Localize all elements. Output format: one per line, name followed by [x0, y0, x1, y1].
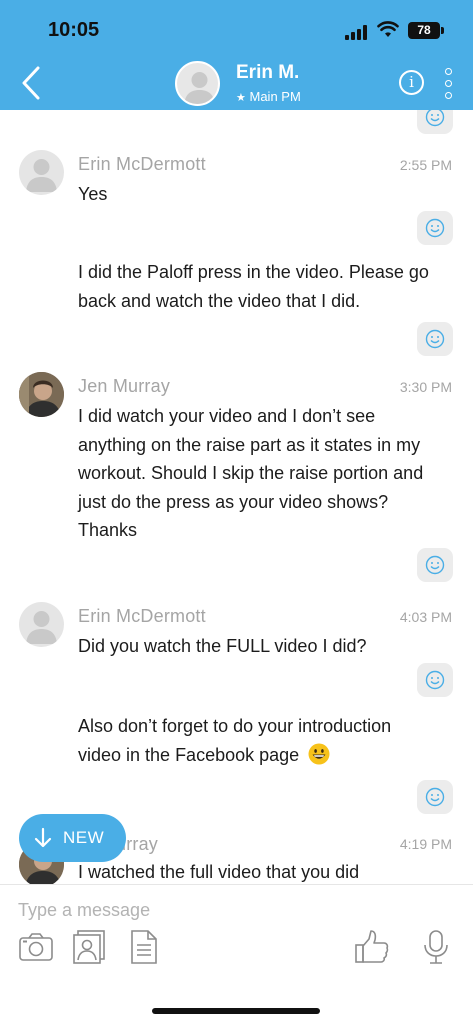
contact-name: Erin M.: [236, 62, 300, 83]
battery-icon: 78: [408, 22, 440, 39]
sender-name: Erin McDermott: [78, 606, 206, 626]
smiley-icon: [425, 218, 445, 238]
message-time: 4:03 PM: [399, 609, 452, 625]
message-text-body: Also don’t forget to do your introductio…: [78, 716, 392, 765]
reaction-button[interactable]: [417, 663, 453, 697]
grinning-emoji-icon: [308, 743, 330, 764]
smiley-icon: [425, 329, 445, 349]
message-text: Yes: [78, 184, 108, 204]
message-time: 4:19 PM: [399, 836, 452, 852]
smiley-icon: [425, 555, 445, 575]
message-text: Did you watch the FULL video I did?: [78, 636, 367, 656]
star-icon: ★: [236, 92, 246, 104]
new-messages-button[interactable]: NEW: [19, 814, 126, 862]
reaction-button[interactable]: [417, 548, 453, 582]
message-list[interactable]: Erin McDermott 2:55 PM Yes I did the Pal…: [0, 110, 473, 884]
info-button[interactable]: i: [399, 70, 424, 95]
document-icon[interactable]: [126, 929, 162, 965]
sender-avatar[interactable]: [19, 602, 64, 647]
person-icon: [26, 159, 57, 192]
photo-library-icon[interactable]: [72, 929, 108, 965]
arrow-down-icon: [34, 827, 52, 848]
smiley-icon: [425, 110, 445, 127]
cellular-signal-icon: [345, 24, 369, 40]
microphone-icon[interactable]: [418, 929, 454, 965]
sender-name: Erin McDermott: [78, 154, 206, 174]
message-text: I did the Paloff press in the video. Ple…: [78, 262, 429, 311]
thumbs-up-icon[interactable]: [354, 929, 390, 965]
smiley-icon: [425, 787, 445, 807]
contact-avatar[interactable]: [175, 61, 220, 106]
status-bar: 10:05 78: [0, 0, 473, 60]
app-header: 10:05 78 Erin M. ★ Main PM i: [0, 0, 473, 110]
sender-avatar[interactable]: [19, 372, 64, 417]
sender-name: Jen Murray: [78, 376, 171, 396]
status-time: 10:05: [48, 19, 100, 41]
camera-icon[interactable]: [18, 929, 54, 965]
home-indicator: [152, 1008, 320, 1014]
sender-avatar[interactable]: [19, 150, 64, 195]
more-options-button[interactable]: [441, 68, 455, 100]
smiley-icon: [425, 670, 445, 690]
reaction-button[interactable]: [417, 211, 453, 245]
contact-subtitle-text: Main PM: [249, 89, 301, 104]
person-icon: [26, 611, 57, 644]
message-time: 3:30 PM: [399, 379, 452, 395]
message-time: 2:55 PM: [399, 157, 452, 173]
message-text: Also don’t forget to do your introductio…: [78, 712, 438, 769]
new-button-label: NEW: [63, 828, 105, 847]
wifi-icon: [377, 21, 399, 37]
contact-subtitle: ★ Main PM: [236, 89, 301, 104]
message-input[interactable]: [18, 897, 438, 923]
message-text: I did watch your video and I don’t see a…: [78, 406, 424, 540]
person-icon: [184, 72, 215, 104]
message-composer: [0, 884, 473, 1024]
user-photo: [19, 372, 64, 417]
reaction-button[interactable]: [417, 322, 453, 356]
reaction-button[interactable]: [417, 780, 453, 814]
message-text: I watched the full video that you did: [78, 862, 360, 882]
reaction-button[interactable]: [417, 110, 453, 134]
back-button[interactable]: [18, 64, 48, 102]
battery-tip: [441, 27, 444, 34]
